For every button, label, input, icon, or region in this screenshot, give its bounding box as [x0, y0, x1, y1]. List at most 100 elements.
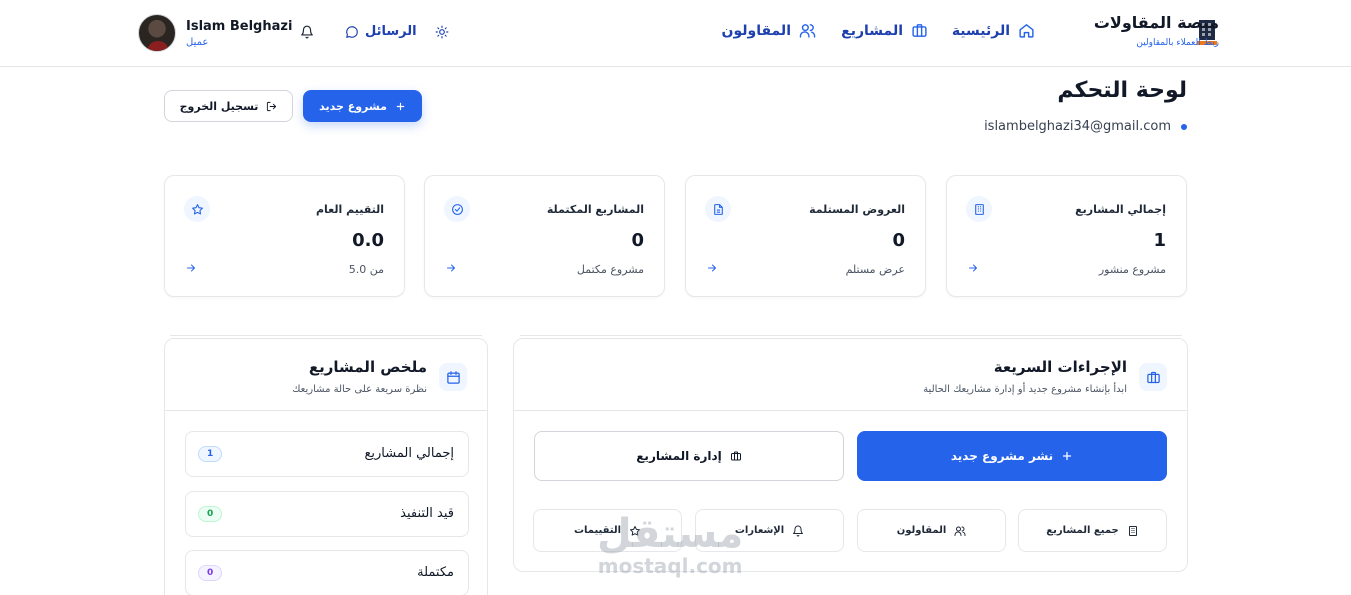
- contractors-link[interactable]: المقاولون: [857, 509, 1006, 552]
- stat-label: إجمالي المشاريع: [1075, 203, 1166, 216]
- user-name: Islam Belghazi: [186, 18, 293, 34]
- notifications-link[interactable]: الإشعارات: [695, 509, 844, 552]
- message-bubble-icon: [346, 25, 358, 38]
- user-profile[interactable]: Islam Belghazi عميل: [138, 14, 292, 52]
- summary-row-in-progress[interactable]: قيد التنفيذ 0: [185, 491, 469, 537]
- new-project-label: مشروع جديد: [319, 99, 387, 113]
- logout-icon: [267, 101, 277, 111]
- messages-link[interactable]: الرسائل: [345, 24, 417, 39]
- nav-home[interactable]: الرئيسية: [952, 22, 1035, 39]
- theme-toggle-sun-icon[interactable]: [435, 25, 449, 39]
- summary-subtitle: نظرة سريعة على حالة مشاريعك: [292, 384, 427, 395]
- stat-label: المشاريع المكتملة: [546, 203, 644, 216]
- user-role: عميل: [186, 36, 209, 48]
- building-icon: [1128, 525, 1137, 536]
- stat-card-total-projects[interactable]: إجمالي المشاريع 1 مشروع منشور: [946, 175, 1187, 297]
- summary-row-total[interactable]: إجمالي المشاريع 1: [185, 431, 469, 477]
- document-icon: [713, 203, 723, 215]
- avatar[interactable]: [138, 14, 176, 52]
- building-icon: [974, 203, 984, 215]
- panel-icon-wrap: [439, 363, 467, 391]
- brand-title: منصة المقاولات: [1093, 13, 1219, 32]
- email-text: islambelghazi34@gmail.com: [984, 119, 1171, 134]
- users-icon: [799, 24, 816, 38]
- star-icon: [191, 203, 203, 214]
- messages-label: الرسائل: [365, 24, 417, 39]
- ratings-label: التقييمات: [573, 525, 622, 536]
- nav-projects-label: المشاريع: [841, 22, 903, 39]
- plus-icon: [396, 102, 405, 110]
- star-icon: [630, 525, 641, 536]
- stat-card-completed-projects[interactable]: المشاريع المكتملة 0 مشروع مكتمل: [424, 175, 665, 297]
- user-email: islambelghazi34@gmail.com: [984, 119, 1187, 134]
- publish-project-label: نشر مشروع جديد: [950, 449, 1054, 463]
- count-badge: 1: [198, 446, 223, 462]
- page-title: لوحة التحكم: [1057, 78, 1187, 103]
- nav-contractors[interactable]: المقاولون: [722, 22, 816, 39]
- arrow-right-icon[interactable]: [185, 262, 197, 274]
- briefcase-icon: [730, 451, 741, 461]
- stat-sub: مشروع مكتمل: [576, 263, 644, 276]
- logout-label: تسجيل الخروج: [179, 99, 259, 113]
- count-badge: 0: [198, 565, 223, 581]
- panel-header: ملخص المشاريع نظرة سريعة على حالة مشاريع…: [165, 339, 487, 411]
- summary-row-label: مكتملة: [417, 565, 454, 580]
- summary-row-label: إجمالي المشاريع: [364, 446, 454, 461]
- stat-value: 1: [1153, 230, 1166, 251]
- quick-actions-subtitle: ابدأ بإنشاء مشروع جديد أو إدارة مشاريعك …: [923, 384, 1127, 395]
- stat-sub: مشروع منشور: [1098, 263, 1166, 276]
- stat-icon-wrap: [705, 196, 731, 222]
- manage-projects-label: إدارة المشاريع: [636, 449, 722, 463]
- stat-value: 0.0: [352, 230, 384, 251]
- stat-value: 0: [631, 230, 644, 251]
- logout-button[interactable]: تسجيل الخروج: [164, 90, 293, 122]
- divider: [170, 335, 482, 336]
- notifications-label: الإشعارات: [734, 525, 785, 536]
- arrow-right-icon[interactable]: [445, 262, 457, 274]
- stat-label: العروض المستلمة: [809, 203, 905, 216]
- briefcase-icon: [912, 24, 927, 37]
- nav-contractors-label: المقاولون: [721, 22, 791, 39]
- stat-icon-wrap: [966, 196, 992, 222]
- nav-home-label: الرئيسية: [951, 22, 1010, 39]
- panel-icon-wrap: [1139, 363, 1167, 391]
- arrow-right-icon[interactable]: [967, 262, 979, 274]
- divider: [520, 335, 1182, 336]
- brand[interactable]: منصة المقاولات ربط العملاء بالمقاولين: [1094, 12, 1219, 48]
- stat-sub: عرض مستلم: [845, 263, 905, 276]
- contractors-label: المقاولون: [896, 525, 947, 536]
- briefcase-icon: [1146, 371, 1160, 383]
- publish-project-button[interactable]: نشر مشروع جديد: [857, 431, 1167, 481]
- status-dot: [1181, 123, 1187, 130]
- summary-row-label: قيد التنفيذ: [400, 506, 454, 521]
- count-badge: 0: [198, 506, 223, 522]
- quick-actions-panel: الإجراءات السريعة ابدأ بإنشاء مشروع جديد…: [513, 338, 1188, 572]
- stat-card-overall-rating[interactable]: التقييم العام 0.0 من 5.0: [164, 175, 405, 297]
- bell-icon: [793, 525, 804, 537]
- top-navbar: منصة المقاولات ربط العملاء بالمقاولين ال…: [0, 0, 1351, 67]
- project-summary-panel: ملخص المشاريع نظرة سريعة على حالة مشاريع…: [164, 338, 488, 595]
- home-icon: [1019, 24, 1034, 38]
- plus-icon: [1063, 451, 1072, 461]
- new-project-button[interactable]: مشروع جديد: [303, 90, 422, 122]
- all-projects-link[interactable]: جميع المشاريع: [1018, 509, 1167, 552]
- summary-row-completed[interactable]: مكتملة 0: [185, 550, 469, 595]
- arrow-right-icon[interactable]: [706, 262, 718, 274]
- notifications-bell-icon[interactable]: [300, 25, 314, 39]
- stat-label: التقييم العام: [315, 203, 384, 216]
- manage-projects-button[interactable]: إدارة المشاريع: [534, 431, 844, 481]
- stat-card-received-offers[interactable]: العروض المستلمة 0 عرض مستلم: [685, 175, 926, 297]
- stat-icon-wrap: [444, 196, 470, 222]
- calendar-icon: [446, 370, 460, 384]
- stat-icon-wrap: [184, 196, 210, 222]
- ratings-link[interactable]: التقييمات: [533, 509, 682, 552]
- quick-actions-title: الإجراءات السريعة: [993, 358, 1127, 376]
- brand-subtitle: ربط العملاء بالمقاولين: [1136, 38, 1219, 48]
- users-icon: [954, 526, 966, 536]
- stat-value: 0: [892, 230, 905, 251]
- all-projects-label: جميع المشاريع: [1046, 525, 1119, 536]
- check-circle-icon: [451, 203, 463, 215]
- nav-projects[interactable]: المشاريع: [841, 22, 928, 39]
- panel-header: الإجراءات السريعة ابدأ بإنشاء مشروع جديد…: [514, 339, 1187, 411]
- summary-title: ملخص المشاريع: [308, 358, 427, 376]
